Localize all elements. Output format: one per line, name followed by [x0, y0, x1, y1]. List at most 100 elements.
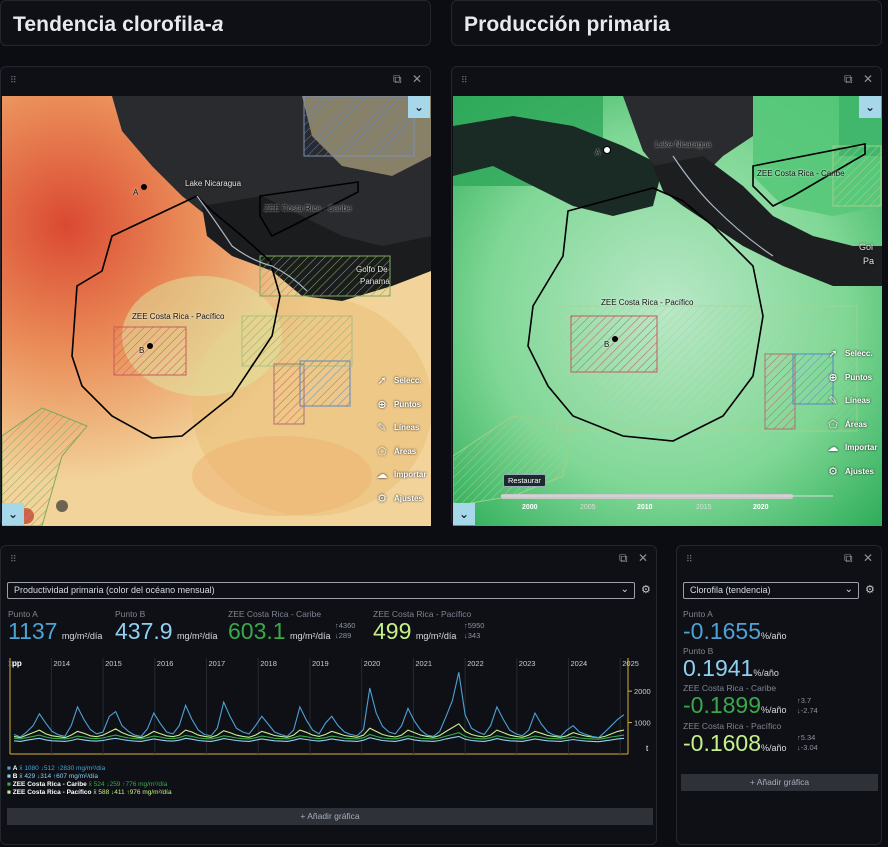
stat-zee-pacifico: ZEE Costa Rica - Pacífico 499 mg/m²/día	[373, 609, 472, 644]
tool-settings[interactable]: ⚙ Ajustes	[827, 460, 877, 484]
tool-lines[interactable]: ✎ Líneas	[827, 389, 877, 413]
line-icon: ✎	[377, 422, 387, 435]
stat-point-a: Punto A 1137 mg/m²/día	[8, 609, 103, 644]
close-icon[interactable]: ✕	[412, 72, 422, 86]
year-tick-label: 2019	[312, 659, 329, 668]
tool-lines[interactable]: ✎ Líneas	[376, 416, 426, 440]
timeline-year: 2000	[522, 504, 538, 511]
stat-zee-caribe: ZEE Costa Rica - Caribe 603.1 mg/m²/día	[228, 609, 331, 644]
polygon-icon: ⬠	[828, 418, 838, 431]
popout-icon[interactable]: ⧉	[844, 551, 853, 566]
tool-import[interactable]: ☁ Importar	[376, 463, 427, 487]
close-icon[interactable]: ✕	[863, 72, 873, 86]
add-chart-button[interactable]: + Añadir gráfica	[681, 774, 878, 791]
tool-points[interactable]: ⊕ Puntos	[376, 393, 426, 417]
gear-icon: ⚙	[377, 492, 387, 505]
restore-button[interactable]: Restaurar	[503, 474, 546, 487]
year-tick-label: 2018	[260, 659, 277, 668]
chevron-down-icon[interactable]: ⌄	[453, 503, 475, 525]
crosshair-icon: ⊕	[828, 371, 838, 384]
tool-areas[interactable]: ⬠ Áreas	[827, 413, 877, 437]
y-axis-label: pp	[12, 659, 22, 668]
year-tick-label: 2023	[519, 659, 536, 668]
x-axis-label: t	[646, 744, 649, 753]
map-toolbar: ➚ Selecc. ⊕ Puntos ✎ Líneas ⬠ Áreas ☁ Importa…	[376, 369, 427, 511]
tool-select[interactable]: ➚ Selecc.	[376, 369, 426, 393]
year-tick-label: 2022	[467, 659, 484, 668]
drag-handle-icon[interactable]: ⠿	[10, 555, 19, 564]
map-label-zee-pacifico: ZEE Costa Rica - Pacífico	[132, 312, 225, 321]
popout-icon[interactable]: ⧉	[844, 72, 853, 87]
polygon-icon: ⬠	[377, 445, 387, 458]
drag-handle-icon[interactable]: ⠿	[461, 76, 470, 85]
drag-handle-icon[interactable]: ⠿	[10, 76, 19, 85]
map-label-point-b: B	[139, 346, 145, 355]
chl-trend-panel: ⠿ ⧉ ✕ Clorofila (tendencia) ⌄ ⚙ Punto A -…	[676, 545, 882, 845]
year-tick-label: 2024	[571, 659, 588, 668]
legend-item-zee-caribe[interactable]: ■ ZEE Costa Rica - Caribe x̄ 524 ↓259 ↑7…	[7, 781, 172, 789]
pp-map-panel: ⠿ ⧉ ✕ Lake Nicaragua ZEE Costa Rica - Ca…	[451, 66, 882, 526]
cloud-upload-icon: ☁	[376, 469, 388, 482]
chevron-down-icon[interactable]: ⌄	[408, 96, 430, 118]
gear-icon: ⚙	[828, 465, 838, 478]
chl-stat-point-b: Punto B 0.1941%/año	[683, 646, 779, 681]
legend-item-zee-pacifico[interactable]: ■ ZEE Costa Rica - Pacífico x̄ 588 ↓411 …	[7, 789, 172, 797]
tool-points[interactable]: ⊕ Puntos	[827, 366, 877, 390]
chl-stat-zee-pacifico: ZEE Costa Rica - Pacífico -0.1608%/año	[683, 721, 787, 756]
tool-import[interactable]: ☁ Importar	[827, 436, 878, 460]
chl-title-bar: Tendencia clorofila-a	[0, 0, 431, 46]
chevron-down-icon[interactable]: ⌄	[859, 96, 881, 118]
map-label-golfo: Golfo De	[356, 265, 388, 274]
gear-icon[interactable]: ⚙	[641, 583, 651, 596]
cloud-upload-icon: ☁	[827, 442, 839, 455]
map-label-zee-pacifico: ZEE Costa Rica - Pacífico	[601, 298, 694, 307]
pp-title: Producción primaria	[464, 13, 671, 36]
year-tick-label: 2015	[105, 659, 122, 668]
prod-chart-panel: ⠿ ⧉ ✕ Productividad primaria (color del …	[0, 545, 657, 845]
map-label-zee-caribe: ZEE Costa Rica - Caribe	[264, 204, 352, 213]
map-label-panama: Pa	[863, 256, 875, 266]
add-chart-button[interactable]: + Añadir gráfica	[7, 808, 653, 825]
prod-chart[interactable]: 2013201420152016201720182019202020212022…	[0, 656, 654, 764]
chl-stat-zee-caribe-range: ↑3.7 ↓-2.74	[797, 696, 818, 715]
tool-settings[interactable]: ⚙ Ajustes	[376, 487, 426, 511]
chevron-down-icon: ⌄	[844, 584, 853, 595]
year-tick-label: 2025	[622, 659, 639, 668]
tool-areas[interactable]: ⬠ Áreas	[376, 440, 426, 464]
close-icon[interactable]: ✕	[863, 551, 873, 565]
chart-legend: ■ A x̄ 1080 ↓512 ↑2830 mg/m²/día ■ B x̄ …	[7, 765, 172, 797]
series-line-a	[13, 672, 625, 739]
chl-title: Tendencia clorofila-a	[13, 13, 224, 36]
year-tick-label: 2017	[209, 659, 226, 668]
map-label-panama: Panama	[360, 277, 390, 286]
drag-handle-icon[interactable]: ⠿	[686, 555, 695, 564]
legend-item-a[interactable]: ■ A x̄ 1080 ↓512 ↑2830 mg/m²/día	[7, 765, 172, 773]
timeline-year: 2005	[580, 504, 596, 511]
pp-title-bar: Producción primaria	[451, 0, 882, 46]
popout-icon[interactable]: ⧉	[619, 551, 628, 566]
year-tick-label: 2014	[53, 659, 70, 668]
timeline-year: 2020	[753, 504, 769, 511]
chl-stat-zee-caribe: ZEE Costa Rica - Caribe -0.1899%/año	[683, 683, 787, 718]
chl-variable-select[interactable]: Clorofila (tendencia) ⌄	[683, 582, 859, 599]
y-tick-label: 1000	[634, 719, 651, 728]
chevron-down-icon[interactable]: ⌄	[2, 503, 24, 525]
line-icon: ✎	[828, 395, 838, 408]
map-label-lake: Lake Nicaragua	[655, 140, 712, 149]
gear-icon[interactable]: ⚙	[865, 583, 875, 596]
timeline-year: 2015	[696, 504, 712, 511]
timeline-year: 2010	[637, 504, 653, 511]
chevron-down-icon: ⌄	[620, 584, 629, 595]
popout-icon[interactable]: ⧉	[393, 72, 402, 87]
close-icon[interactable]: ✕	[638, 551, 648, 565]
crosshair-icon: ⊕	[377, 398, 387, 411]
cursor-icon: ➚	[828, 348, 838, 361]
chl-map[interactable]: Lake Nicaragua ZEE Costa Rica - Caribe Z…	[2, 96, 431, 526]
pp-map[interactable]: Lake Nicaragua ZEE Costa Rica - Caribe Z…	[453, 96, 882, 526]
prod-variable-select[interactable]: Productividad primaria (color del océano…	[7, 582, 635, 599]
tool-select[interactable]: ➚ Selecc.	[827, 342, 877, 366]
legend-item-b[interactable]: ■ B x̄ 429 ↓314 ↑607 mg/m²/día	[7, 773, 172, 781]
year-tick-label: 2021	[415, 659, 432, 668]
stat-zee-caribe-range: ↑4360 ↓289	[335, 621, 356, 640]
map-toolbar: ➚ Selecc. ⊕ Puntos ✎ Líneas ⬠ Áreas ☁ Importa…	[827, 342, 878, 484]
